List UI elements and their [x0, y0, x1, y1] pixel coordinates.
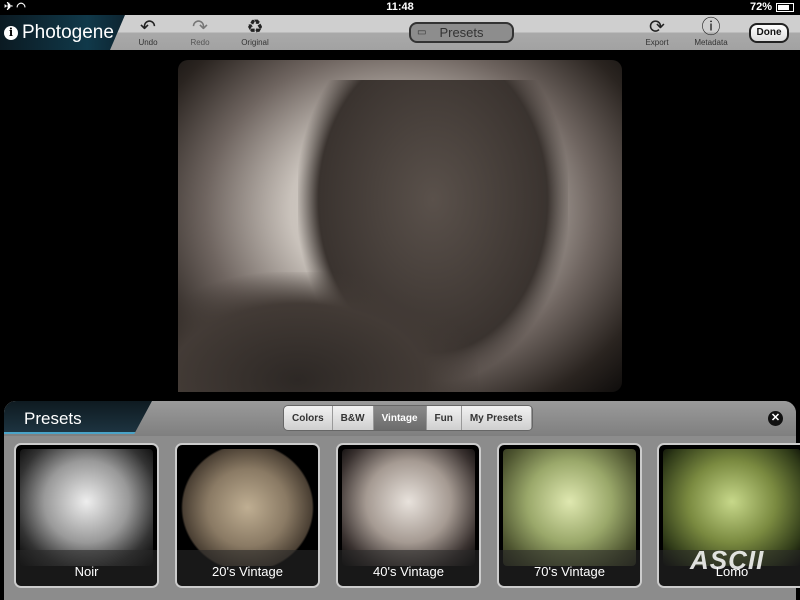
- preset-label: 40's Vintage: [338, 550, 479, 586]
- preset-thumbnail: [342, 449, 475, 566]
- tab-bw[interactable]: B&W: [332, 406, 374, 430]
- close-panel-button[interactable]: ✕: [768, 411, 783, 426]
- done-button[interactable]: Done: [749, 23, 789, 43]
- tab-vintage[interactable]: Vintage: [373, 406, 427, 430]
- presets-panel: Presets Colors B&W Vintage Fun My Preset…: [4, 401, 800, 600]
- preset-label: 20's Vintage: [177, 550, 318, 586]
- battery-icon: [776, 2, 794, 12]
- app-brand[interactable]: i Photogene: [0, 15, 125, 50]
- redo-label: Redo: [190, 38, 210, 47]
- preset-label: 70's Vintage: [499, 550, 640, 586]
- preset-thumbnail: [503, 449, 636, 566]
- preset-thumbnail: [20, 449, 153, 566]
- presets-icon: ▭: [417, 27, 427, 38]
- photo-rock: [178, 272, 478, 392]
- export-button[interactable]: ⟳ Export: [637, 17, 677, 48]
- undo-icon: ↶: [140, 17, 156, 38]
- recycle-icon: ♻: [246, 17, 264, 38]
- metadata-button[interactable]: ⓘ Metadata: [691, 17, 731, 48]
- undo-label: Undo: [138, 38, 158, 47]
- tab-colors[interactable]: Colors: [284, 406, 333, 430]
- metadata-icon: ⓘ: [701, 17, 721, 38]
- metadata-label: Metadata: [694, 38, 728, 47]
- watermark: ASCII: [690, 545, 765, 575]
- category-tabs: Colors B&W Vintage Fun My Presets: [283, 405, 533, 431]
- preset-40s-vintage[interactable]: 40's Vintage: [336, 443, 481, 588]
- preset-20s-vintage[interactable]: 20's Vintage: [175, 443, 320, 588]
- undo-button[interactable]: ↶ Undo: [128, 17, 168, 48]
- info-icon[interactable]: i: [4, 25, 18, 40]
- panel-title: Presets: [4, 401, 152, 434]
- tab-my-presets[interactable]: My Presets: [461, 406, 532, 430]
- redo-button[interactable]: ↷ Redo: [180, 17, 220, 48]
- presets-toggle-button[interactable]: ▭ Presets: [409, 22, 514, 43]
- app-name: Photogene: [22, 21, 114, 43]
- tab-fun[interactable]: Fun: [426, 406, 462, 430]
- battery-percent: 72%: [749, 1, 772, 13]
- preset-label: Noir: [16, 550, 157, 586]
- preset-70s-vintage[interactable]: 70's Vintage: [497, 443, 642, 588]
- photo-canvas[interactable]: [178, 60, 622, 392]
- clock: 11:48: [386, 1, 414, 13]
- redo-icon: ↷: [192, 17, 208, 38]
- export-label: Export: [645, 38, 669, 47]
- preset-noir[interactable]: Noir: [14, 443, 159, 588]
- export-icon: ⟳: [649, 17, 665, 38]
- original-button[interactable]: ♻ Original: [235, 17, 275, 48]
- status-bar: ✈ ︎◠ 11:48 72%: [0, 0, 800, 15]
- presets-label: Presets: [439, 25, 484, 40]
- preset-thumbnail: [181, 449, 314, 566]
- original-label: Original: [241, 38, 269, 47]
